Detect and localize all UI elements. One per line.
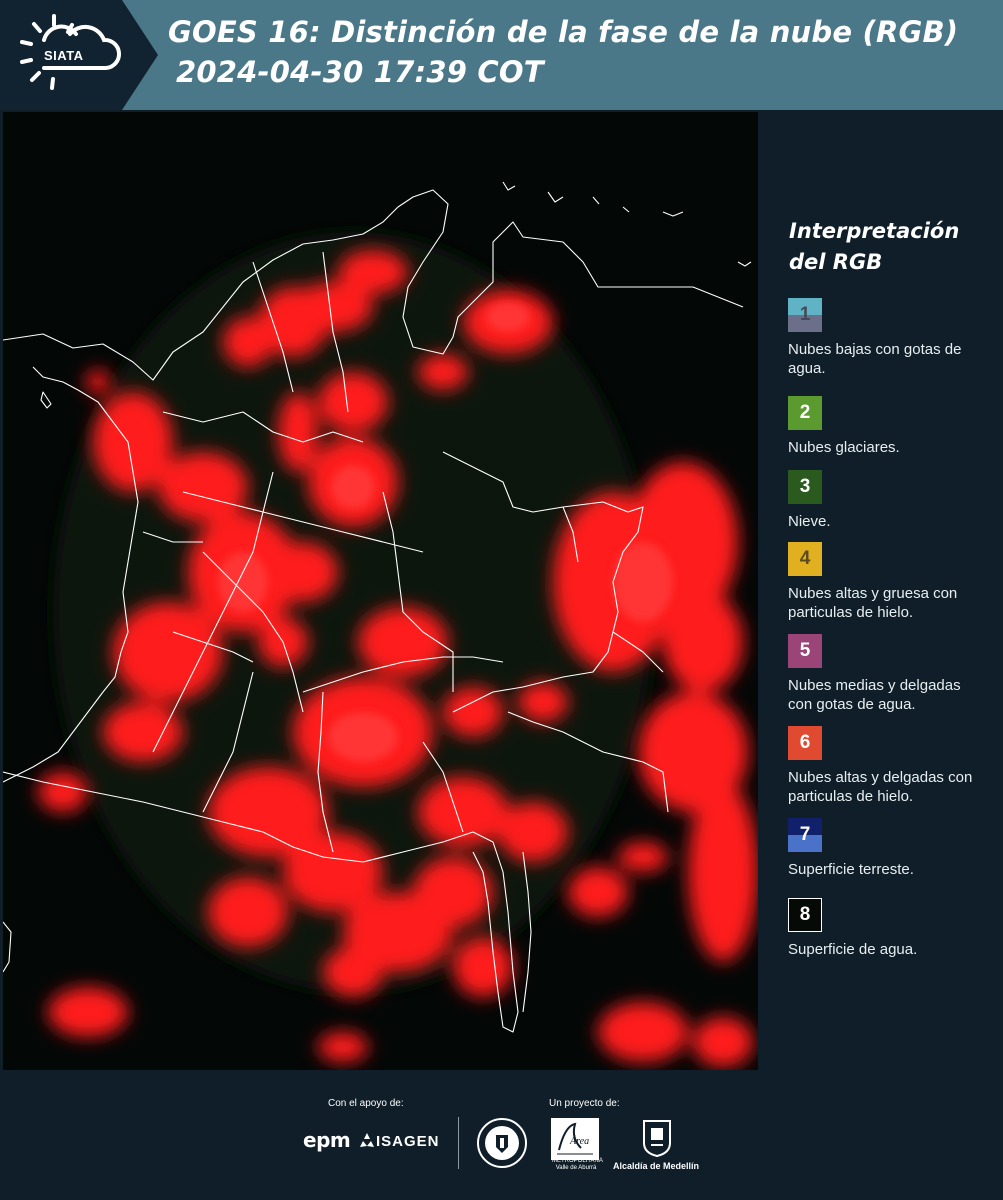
isagen-logo: ISAGEN <box>376 1133 440 1150</box>
area-sub: METROPOLITANA Valle de Aburrá <box>552 1158 603 1171</box>
legend-label: Nubes altas y delgadas con particulas de… <box>788 769 973 805</box>
legend-item: 7 Superficie terreste. <box>788 818 978 879</box>
alcaldia-label: Alcaldía de Medellín <box>613 1161 700 1171</box>
legend-label: Nieve. <box>788 513 831 530</box>
satellite-map <box>3 112 758 1070</box>
legend-label: Nubes medias y delgadas con gotas de agu… <box>788 677 961 713</box>
legend-item: 2 Nubes glaciares. <box>788 396 978 457</box>
page-title: GOES 16: Distinción de la fase de la nub… <box>168 15 959 49</box>
isagen-icon <box>360 1133 374 1147</box>
legend-item: 8 Superficie de agua. <box>788 898 978 959</box>
legend-label: Nubes altas y gruesa con particulas de h… <box>788 585 958 621</box>
legend-number: 7 <box>799 824 811 845</box>
legend-panel: Interpretación del RGB 1 Nubes bajas con … <box>760 112 1003 1070</box>
legend-item: 4 Nubes altas y gruesa con particulas de … <box>788 542 978 622</box>
medellin-seal-icon <box>477 1118 527 1168</box>
legend-number: 5 <box>799 640 811 661</box>
legend-label: Superficie terreste. <box>788 861 914 878</box>
project-label: Un proyecto de: <box>549 1098 620 1109</box>
legend-item: 6 Nubes altas y delgadas con particulas d… <box>788 726 978 806</box>
legend-swatch: 7 <box>788 818 822 852</box>
legend-swatch: 8 <box>788 898 822 932</box>
legend-swatch: 1 <box>788 298 822 332</box>
legend-number: 3 <box>799 476 811 497</box>
legend-number: 1 <box>799 304 811 325</box>
page-timestamp: 2024-04-30 17:39 COT <box>176 55 544 89</box>
legend-swatch: 4 <box>788 542 822 576</box>
area-name: Área <box>570 1136 590 1147</box>
footer: Con el apoyo de: Un proyecto de: epm ISA… <box>0 1070 1003 1200</box>
legend-item: 5 Nubes medias y delgadas con gotas de ag… <box>788 634 978 714</box>
legend-title: Interpretación del RGB <box>789 219 960 274</box>
legend-number: 6 <box>799 732 811 753</box>
legend-number: 8 <box>799 904 811 925</box>
header-bar: SIATA GOES 16: Distinción de la fase de … <box>0 0 1003 110</box>
legend-label: Nubes bajas con gotas de agua. <box>788 341 962 377</box>
legend-item: 1 Nubes bajas con gotas de agua. <box>788 298 978 378</box>
siata-logo: SIATA <box>0 0 158 110</box>
legend-number: 4 <box>799 548 811 569</box>
legend-swatch: 6 <box>788 726 822 760</box>
legend-label: Superficie de agua. <box>788 941 918 958</box>
legend-swatch: 5 <box>788 634 822 668</box>
cloud-phase-rgb-image <box>3 112 758 1070</box>
legend-item: 3 Nieve. <box>788 470 978 531</box>
epm-logo: epm <box>303 1128 351 1152</box>
logo-text: SIATA <box>44 48 84 63</box>
alcaldia-shield-icon <box>643 1120 671 1157</box>
legend-label: Nubes glaciares. <box>788 439 900 456</box>
support-label: Con el apoyo de: <box>328 1098 404 1109</box>
legend-swatch: 2 <box>788 396 822 430</box>
footer-divider <box>458 1117 459 1169</box>
legend-swatch: 3 <box>788 470 822 504</box>
legend-number: 2 <box>799 402 811 423</box>
